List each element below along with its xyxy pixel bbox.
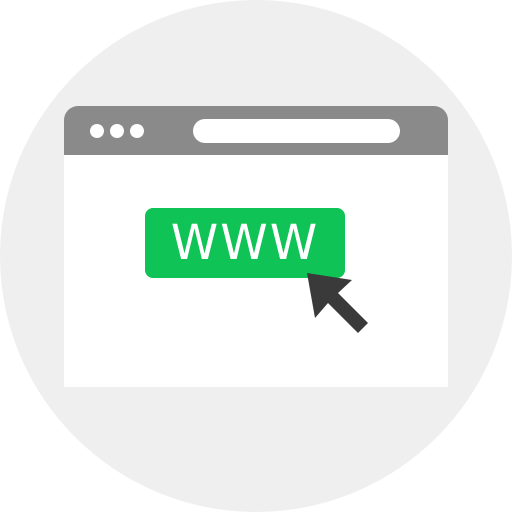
window-dot-icon bbox=[130, 124, 144, 138]
illustration-stage: WWW bbox=[0, 0, 512, 512]
browser-title-bar bbox=[64, 106, 448, 155]
window-dot-icon bbox=[110, 124, 124, 138]
address-bar[interactable] bbox=[193, 119, 400, 143]
window-dot-icon bbox=[90, 124, 104, 138]
mouse-pointer-icon bbox=[307, 273, 368, 333]
